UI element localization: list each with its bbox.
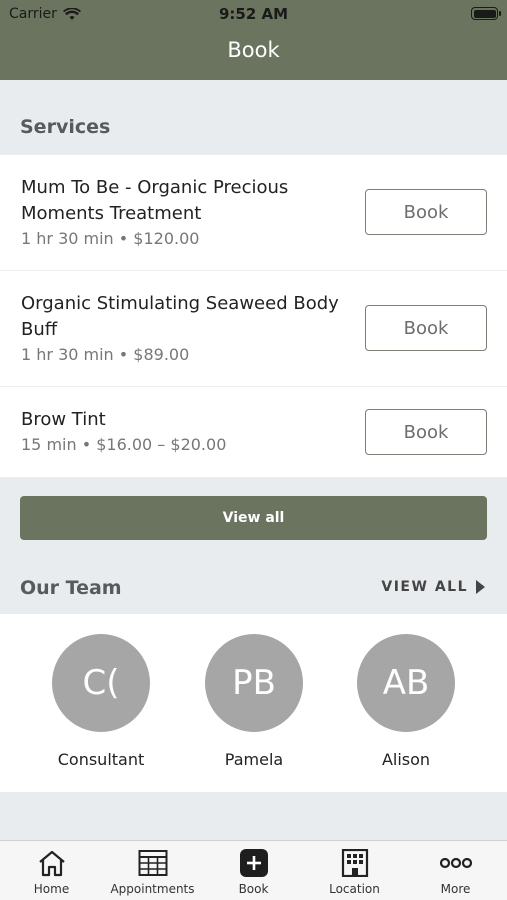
team-member[interactable]: AB Alison	[336, 634, 476, 769]
book-button[interactable]: Book	[365, 409, 487, 455]
tab-book[interactable]: Book	[203, 849, 304, 896]
avatar: PB	[205, 634, 303, 732]
page-title: Book	[227, 38, 280, 62]
service-item: Mum To Be - Organic Precious Moments Tre…	[0, 155, 507, 271]
tab-more[interactable]: More	[405, 849, 506, 896]
service-name: Brow Tint	[21, 409, 106, 430]
member-name: Consultant	[57, 750, 145, 769]
service-item: Organic Stimulating Seaweed Body Buff 1 …	[0, 271, 507, 387]
tab-location[interactable]: Location	[304, 849, 405, 896]
home-icon	[38, 850, 65, 877]
calendar-icon	[138, 850, 167, 876]
team-panel: C( Consultant PB Pamela AB Alison	[0, 614, 507, 792]
book-button[interactable]: Book	[365, 189, 487, 235]
services-heading: Services	[20, 116, 111, 138]
avatar: C(	[52, 634, 150, 732]
more-icon	[439, 857, 472, 869]
team-member[interactable]: PB Pamela	[184, 634, 324, 769]
view-all-team-label: VIEW ALL	[381, 579, 468, 595]
service-name: Organic Stimulating Seaweed Body Buff	[21, 293, 339, 340]
tab-home[interactable]: Home	[1, 849, 102, 896]
plus-icon	[239, 849, 268, 877]
tab-bar: Home Appointments Book Location More	[0, 840, 507, 900]
book-button[interactable]: Book	[365, 305, 487, 351]
tab-label: Book	[238, 882, 269, 896]
avatar: AB	[357, 634, 455, 732]
building-icon	[341, 849, 368, 877]
tab-label: Home	[33, 882, 70, 896]
tab-appointments[interactable]: Appointments	[102, 849, 203, 896]
service-item: Brow Tint 15 min • $16.00 – $20.00 Book	[0, 387, 507, 477]
tab-label: Appointments	[110, 882, 195, 896]
member-name: Alison	[381, 750, 431, 769]
battery-icon	[471, 7, 501, 20]
view-all-team-link[interactable]: VIEW ALL	[381, 579, 485, 595]
service-name: Mum To Be - Organic Precious Moments Tre…	[21, 177, 289, 224]
services-list: Mum To Be - Organic Precious Moments Tre…	[0, 155, 507, 477]
team-member[interactable]: C( Consultant	[31, 634, 171, 769]
app-header: Carrier 9:52 AM Book	[0, 0, 507, 80]
service-meta: 15 min • $16.00 – $20.00	[21, 435, 227, 454]
service-meta: 1 hr 30 min • $120.00	[21, 229, 200, 248]
triangle-right-icon	[476, 580, 485, 594]
tab-label: Location	[329, 882, 380, 896]
status-bar: Carrier 9:52 AM	[0, 0, 507, 28]
clock: 9:52 AM	[218, 5, 289, 23]
member-name: Pamela	[224, 750, 284, 769]
service-meta: 1 hr 30 min • $89.00	[21, 345, 190, 364]
view-all-services-button[interactable]: View all	[20, 496, 487, 540]
team-heading: Our Team	[20, 577, 122, 599]
tab-label: More	[440, 882, 471, 896]
